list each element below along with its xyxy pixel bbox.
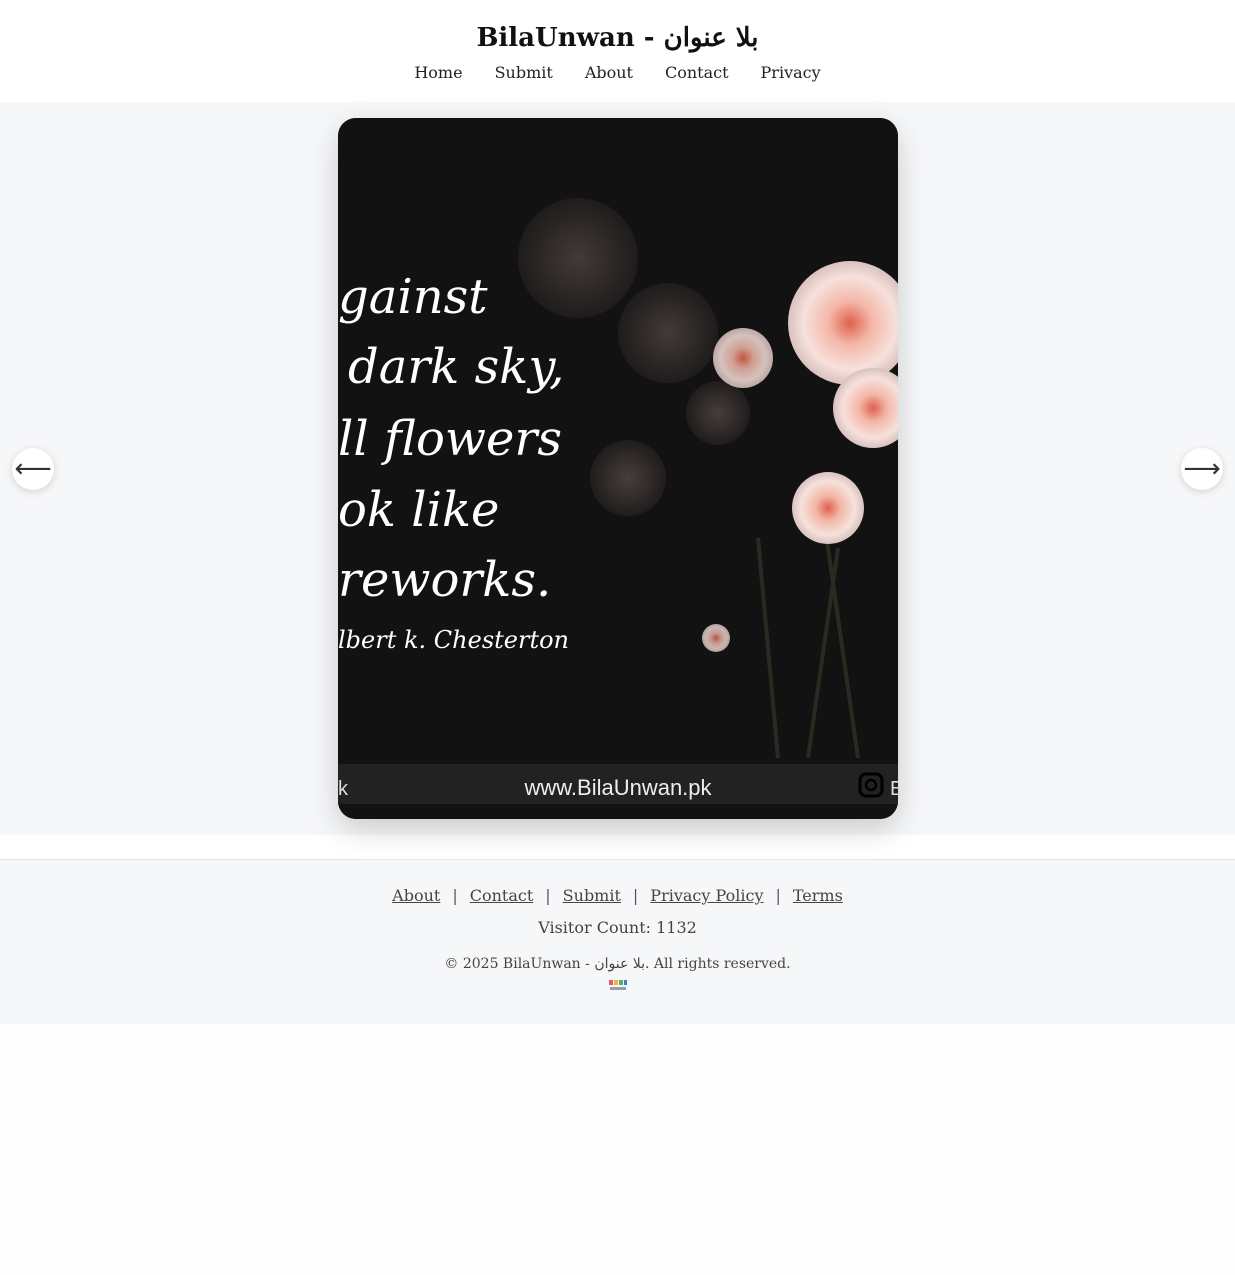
bloom-shadow xyxy=(518,198,638,318)
quote-slide-image[interactable]: gainst dark sky, ll flowers ok like rewo… xyxy=(338,118,898,819)
bloom-shadow xyxy=(686,381,750,445)
footer-logo xyxy=(608,980,627,990)
nav-home[interactable]: Home xyxy=(414,60,462,86)
quote-line: ok like xyxy=(338,482,499,538)
nav-privacy[interactable]: Privacy xyxy=(761,60,821,86)
nav-submit[interactable]: Submit xyxy=(495,60,553,86)
next-arrow-icon[interactable]: ⟶ xyxy=(1181,448,1223,490)
quote-author: lbert k. Chesterton xyxy=(338,626,569,654)
banner-left-text: k xyxy=(338,778,349,800)
footer-link-terms[interactable]: Terms xyxy=(793,886,843,905)
bloom xyxy=(702,624,730,652)
prev-arrow-icon[interactable]: ⟵ xyxy=(12,448,54,490)
bloom-shadow xyxy=(590,440,666,516)
bloom-shadow xyxy=(618,283,718,383)
site-title[interactable]: BilaUnwan - بلا عنوان xyxy=(0,20,1235,56)
slide-artwork: gainst dark sky, ll flowers ok like rewo… xyxy=(338,118,898,819)
footer-separator: | xyxy=(545,886,551,905)
footer-separator: | xyxy=(775,886,781,905)
quote-line: ll flowers xyxy=(338,411,562,467)
bloom xyxy=(792,472,864,544)
footer-link-about[interactable]: About xyxy=(392,886,440,905)
visitor-count: Visitor Count: 1132 xyxy=(538,918,697,937)
copyright: © 2025 BilaUnwan - بلا عنوان. All rights… xyxy=(444,956,791,972)
footer-separator: | xyxy=(632,886,639,905)
banner-url: www.BilaUnwan.pk xyxy=(523,775,712,800)
quote-line: dark sky, xyxy=(348,339,564,395)
spacer xyxy=(0,835,1235,859)
footer-link-privacy-policy[interactable]: Privacy Policy xyxy=(650,886,763,905)
nav-about[interactable]: About xyxy=(585,60,633,86)
footer-links: About | Contact | Submit | Privacy Policy | Term… xyxy=(0,884,1235,908)
banner-right-text: E xyxy=(890,778,898,800)
footer-link-submit[interactable]: Submit xyxy=(563,886,621,905)
main-nav: Home Submit About Contact Privacy xyxy=(0,60,1235,86)
bloom xyxy=(713,328,773,388)
site-footer: About | Contact | Submit | Privacy Policy | Term… xyxy=(0,859,1235,1024)
quote-line: reworks. xyxy=(338,552,551,608)
footer-separator: | xyxy=(452,886,458,905)
site-header: BilaUnwan - بلا عنوان Home Submit About Con… xyxy=(0,0,1235,102)
image-carousel: ⟵ gainst dark sky, ll flowers ok like re… xyxy=(0,102,1235,835)
nav-contact[interactable]: Contact xyxy=(665,60,729,86)
quote-line: gainst xyxy=(338,269,488,325)
footer-link-contact[interactable]: Contact xyxy=(470,886,534,905)
